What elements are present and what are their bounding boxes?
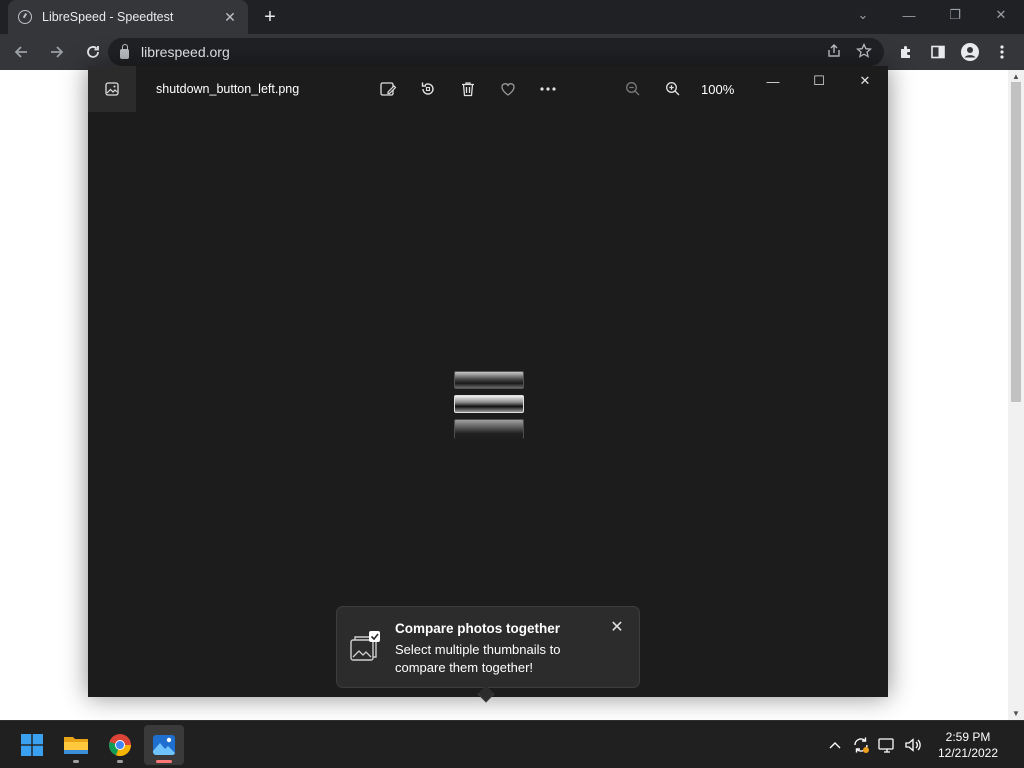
tab-title: LibreSpeed - Speedtest bbox=[42, 10, 174, 24]
displayed-image-shutdown-button[interactable] bbox=[454, 371, 524, 441]
compare-photos-icon bbox=[349, 631, 381, 665]
system-tray: 2:59 PM 12/21/2022 bbox=[822, 721, 1024, 768]
photos-window-controls: — ☐ ✕ bbox=[750, 66, 888, 96]
side-panel-icon[interactable] bbox=[922, 38, 954, 66]
tab-strip: LibreSpeed - Speedtest ✕ + ⌄ — ❐ ✕ bbox=[0, 0, 1024, 34]
zoom-controls: 100% bbox=[613, 76, 734, 102]
bookmark-star-icon[interactable] bbox=[855, 42, 873, 62]
browser-toolbar: librespeed.org bbox=[0, 34, 1024, 70]
scroll-down-arrow-icon[interactable]: ▼ bbox=[1008, 709, 1024, 718]
forward-arrow-icon[interactable] bbox=[42, 37, 72, 67]
tip-body: Select multiple thumbnails to compare th… bbox=[395, 642, 561, 675]
zoom-out-icon[interactable] bbox=[613, 76, 653, 102]
photos-minimize-button[interactable]: — bbox=[750, 66, 796, 96]
zoom-percentage[interactable]: 100% bbox=[701, 82, 734, 97]
reload-icon[interactable] bbox=[78, 37, 108, 67]
active-indicator bbox=[156, 760, 172, 763]
image-bar-top bbox=[454, 371, 524, 389]
clock-date: 12/21/2022 bbox=[937, 746, 999, 760]
compare-photos-teaching-tip: Compare photos together Select multiple … bbox=[336, 606, 640, 688]
edit-image-icon[interactable] bbox=[368, 76, 408, 102]
tab-search-icon[interactable]: ⌄ bbox=[840, 0, 886, 30]
delete-trash-icon[interactable] bbox=[448, 76, 488, 102]
clock-time: 2:59 PM bbox=[945, 730, 991, 744]
photos-app-window: shutdown_button_left.png 100% — ☐ ✕ bbox=[88, 66, 888, 697]
chrome-taskbar-icon[interactable] bbox=[100, 725, 140, 765]
photo-tools bbox=[368, 76, 568, 102]
running-indicator bbox=[73, 760, 79, 763]
file-explorer-icon[interactable] bbox=[56, 725, 96, 765]
photo-filename: shutdown_button_left.png bbox=[156, 82, 300, 96]
windows-taskbar: 2:59 PM 12/21/2022 bbox=[0, 720, 1024, 768]
start-button[interactable] bbox=[12, 725, 52, 765]
browser-minimize-button[interactable]: — bbox=[886, 0, 932, 30]
lock-icon[interactable] bbox=[120, 43, 129, 59]
rotate-icon[interactable] bbox=[408, 76, 448, 102]
update-sync-icon[interactable] bbox=[848, 733, 874, 757]
zoom-in-icon[interactable] bbox=[653, 76, 693, 102]
photos-maximize-button[interactable]: ☐ bbox=[796, 66, 842, 96]
photos-taskbar-icon[interactable] bbox=[144, 725, 184, 765]
image-bar-middle bbox=[454, 395, 524, 413]
favorite-heart-icon[interactable] bbox=[488, 76, 528, 102]
photos-gallery-icon[interactable] bbox=[88, 66, 136, 112]
browser-tab[interactable]: LibreSpeed - Speedtest ✕ bbox=[8, 0, 248, 34]
extensions-puzzle-icon[interactable] bbox=[890, 38, 922, 66]
system-clock[interactable]: 2:59 PM 12/21/2022 bbox=[926, 729, 1010, 761]
browser-window-controls: ⌄ — ❐ ✕ bbox=[840, 0, 1024, 30]
photos-close-button[interactable]: ✕ bbox=[842, 66, 888, 96]
show-hidden-icons-chevron-icon[interactable] bbox=[822, 733, 848, 757]
toolbar-right-icons bbox=[890, 38, 1018, 66]
back-arrow-icon[interactable] bbox=[6, 37, 36, 67]
network-icon[interactable] bbox=[874, 733, 900, 757]
share-icon[interactable] bbox=[826, 43, 842, 62]
tab-close-icon[interactable]: ✕ bbox=[222, 9, 238, 26]
more-options-icon[interactable] bbox=[528, 76, 568, 102]
chrome-menu-kebab-icon[interactable] bbox=[986, 38, 1018, 66]
profile-avatar-icon[interactable] bbox=[954, 38, 986, 66]
browser-close-button[interactable]: ✕ bbox=[978, 0, 1024, 30]
image-bar-bottom bbox=[454, 419, 524, 439]
address-bar[interactable]: librespeed.org bbox=[108, 38, 884, 66]
scrollbar-thumb[interactable] bbox=[1011, 82, 1021, 402]
volume-speaker-icon[interactable] bbox=[900, 733, 926, 757]
page-scrollbar[interactable]: ▲ ▼ bbox=[1008, 70, 1024, 720]
running-indicator bbox=[117, 760, 123, 763]
tip-close-icon[interactable]: ✕ bbox=[607, 617, 627, 637]
tip-title: Compare photos together bbox=[395, 621, 561, 636]
new-tab-button[interactable]: + bbox=[258, 5, 282, 29]
url-text[interactable]: librespeed.org bbox=[141, 44, 812, 60]
browser-restore-button[interactable]: ❐ bbox=[932, 0, 978, 30]
librespeed-favicon-icon bbox=[18, 10, 32, 24]
scroll-up-arrow-icon[interactable]: ▲ bbox=[1008, 72, 1024, 81]
